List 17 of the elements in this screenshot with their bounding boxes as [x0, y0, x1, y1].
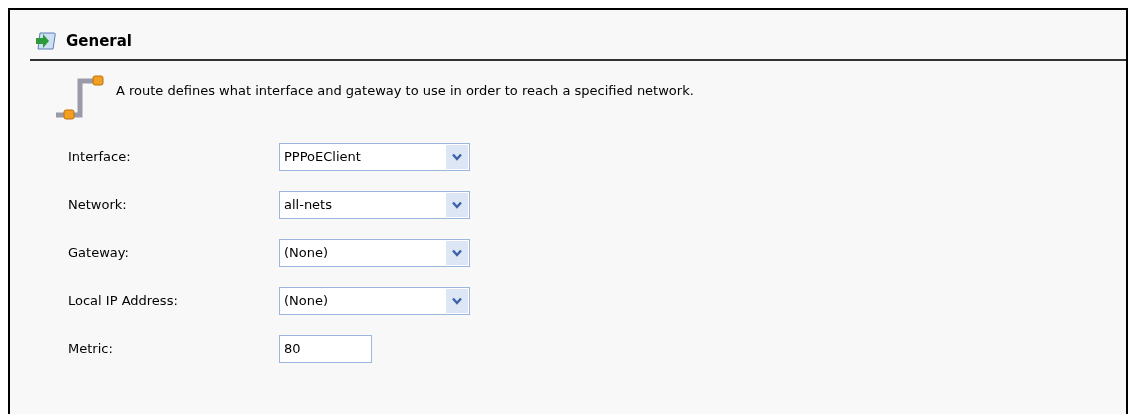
document-arrow-icon: [34, 30, 58, 53]
field-label: Gateway:: [68, 243, 130, 262]
description: A route defines what interface and gateway to use in order to reach a specified network.: [116, 81, 694, 100]
caret-icon: [446, 240, 468, 265]
field-label: Network:: [68, 195, 128, 214]
dropdown[interactable]: (None): [279, 286, 470, 315]
section-title: General: [66, 31, 132, 52]
input-field[interactable]: 80: [279, 334, 372, 363]
caret-icon: [446, 192, 468, 217]
field-label: Metric:: [68, 339, 114, 358]
caret-icon: [446, 144, 468, 169]
dropdown[interactable]: (None): [279, 238, 470, 267]
field-label: Local IP Address:: [68, 291, 179, 310]
dropdown[interactable]: all-nets: [279, 190, 470, 219]
caret-icon: [446, 288, 468, 313]
field-label: Interface:: [68, 147, 132, 166]
dropdown[interactable]: PPPoEClient: [279, 142, 470, 171]
